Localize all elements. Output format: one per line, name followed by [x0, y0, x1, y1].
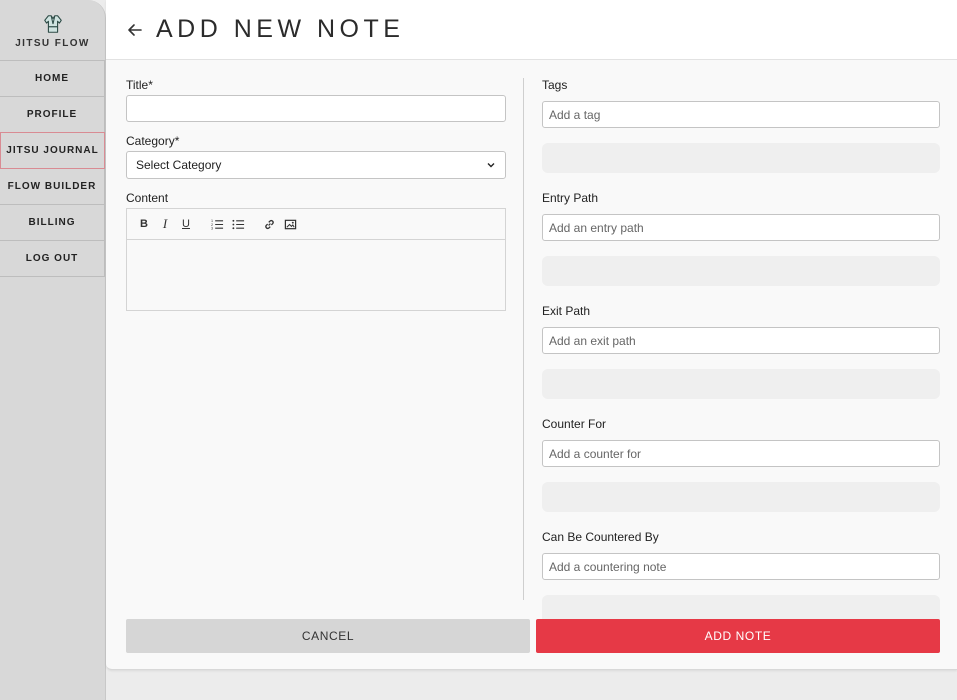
entry-path-label: Entry Path: [542, 191, 599, 205]
counter-for-label: Counter For: [542, 417, 607, 431]
tags-chip-area: [542, 143, 940, 173]
add-note-card: ADD NEW NOTE Title* Category* Select Cat…: [106, 0, 957, 670]
cancel-button[interactable]: CANCEL: [126, 619, 530, 653]
sidebar: JITSU FLOW HOME PROFILE JITSU JOURNAL FL…: [0, 0, 106, 700]
sidebar-item-billing[interactable]: BILLING: [0, 204, 105, 241]
entry-path-chip-area: [542, 256, 940, 286]
link-icon: [264, 219, 274, 229]
bold-button[interactable]: B: [137, 217, 151, 231]
countered-by-label: Can Be Countered By: [542, 530, 659, 544]
content-editor: B I U 1 2 3: [126, 208, 506, 311]
add-note-button[interactable]: ADD NOTE: [536, 619, 940, 653]
exit-path-chip-area: [542, 369, 940, 399]
sidebar-item-jitsu-journal[interactable]: JITSU JOURNAL: [0, 132, 105, 169]
page-header: ADD NEW NOTE: [106, 0, 957, 60]
category-label: Category*: [126, 134, 180, 148]
sidebar-nav: HOME PROFILE JITSU JOURNAL FLOW BUILDER …: [0, 60, 105, 277]
sidebar-item-flow-builder[interactable]: FLOW BUILDER: [0, 168, 105, 205]
tags-input[interactable]: [542, 101, 940, 128]
underline-button[interactable]: U: [179, 217, 193, 231]
counter-for-chip-area: [542, 482, 940, 512]
content-label: Content: [126, 191, 169, 205]
app-logo[interactable]: JITSU FLOW: [0, 0, 105, 60]
exit-path-label: Exit Path: [542, 304, 591, 318]
sidebar-item-home[interactable]: HOME: [0, 60, 105, 97]
category-selected-value: Select Category: [136, 158, 222, 172]
counter-for-input[interactable]: [542, 440, 940, 467]
app-name: JITSU FLOW: [15, 38, 90, 49]
link-button[interactable]: [262, 217, 276, 231]
left-column: Title* Category* Select Category Content…: [126, 77, 506, 311]
editor-toolbar: B I U 1 2 3: [127, 209, 505, 240]
tags-label: Tags: [542, 78, 568, 92]
countered-by-input[interactable]: [542, 553, 940, 580]
title-label: Title*: [126, 78, 153, 92]
entry-path-input[interactable]: [542, 214, 940, 241]
bullet-list-button[interactable]: [231, 217, 245, 231]
image-icon: [284, 219, 296, 229]
gi-jacket-icon: [43, 15, 62, 33]
sidebar-item-log-out[interactable]: LOG OUT: [0, 240, 105, 277]
sidebar-item-profile[interactable]: PROFILE: [0, 96, 105, 133]
column-divider: [523, 78, 524, 600]
content-textarea[interactable]: [127, 240, 505, 310]
right-column: Tags Entry Path Exit Path Counter For Ca…: [542, 77, 940, 625]
svg-text:3: 3: [211, 226, 213, 230]
image-button[interactable]: [283, 217, 297, 231]
ordered-list-button[interactable]: 1 2 3: [210, 217, 224, 231]
chevron-down-icon: [487, 163, 495, 168]
title-input[interactable]: [126, 95, 506, 122]
italic-button[interactable]: I: [158, 216, 172, 231]
ordered-list-icon: 1 2 3: [211, 219, 223, 230]
category-select[interactable]: Select Category: [126, 151, 506, 179]
page-title: ADD NEW NOTE: [156, 15, 405, 43]
bullet-list-icon: [231, 219, 244, 229]
exit-path-input[interactable]: [542, 327, 940, 354]
arrow-left-icon[interactable]: [126, 21, 144, 39]
